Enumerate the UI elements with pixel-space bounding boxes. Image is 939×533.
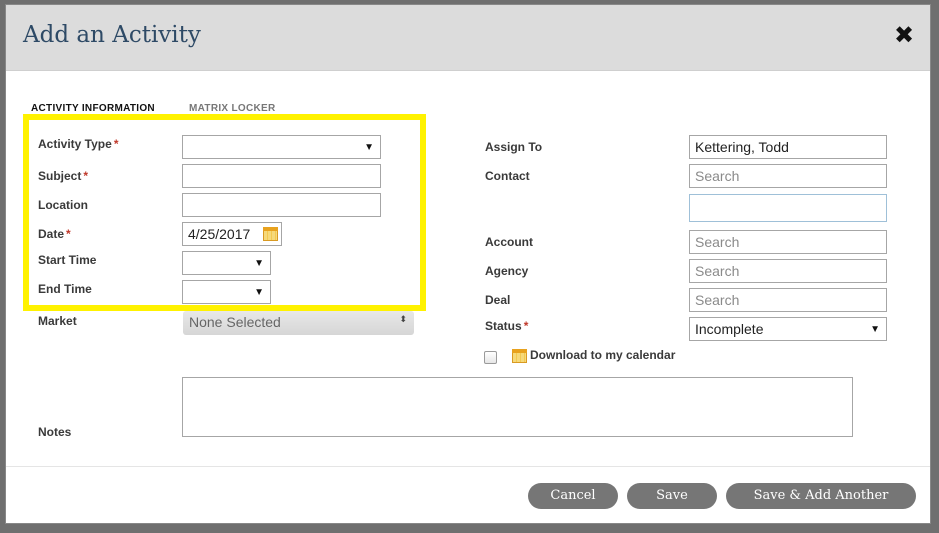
notes-label: Notes xyxy=(38,425,72,439)
sort-arrows-icon: ⬍ xyxy=(399,314,407,324)
date-value: 4/25/2017 xyxy=(188,226,251,242)
account-search-input[interactable]: Search xyxy=(689,230,887,254)
date-label: Date * xyxy=(38,227,71,241)
chevron-down-icon: ▼ xyxy=(254,287,264,298)
dialog-header: Add an Activity ✖ xyxy=(6,5,930,71)
deal-label: Deal xyxy=(485,293,511,307)
chevron-down-icon: ▼ xyxy=(254,258,264,269)
activity-type-label: Activity Type * xyxy=(38,137,118,151)
status-select[interactable]: Incomplete ▼ xyxy=(689,317,887,341)
activity-type-label-text: Activity Type xyxy=(38,137,112,151)
location-label: Location xyxy=(38,198,88,212)
required-mark: * xyxy=(113,137,119,151)
required-mark: * xyxy=(66,227,71,241)
close-icon[interactable]: ✖ xyxy=(892,21,916,49)
status-label-text: Status xyxy=(485,319,522,333)
agency-search-input[interactable]: Search xyxy=(689,259,887,283)
calendar-icon xyxy=(512,349,527,363)
add-activity-dialog: Add an Activity ✖ ACTIVITY INFORMATION M… xyxy=(5,4,931,524)
account-label: Account xyxy=(485,235,533,249)
market-label: Market xyxy=(38,314,77,328)
contact-label: Contact xyxy=(485,169,530,183)
deal-search-input[interactable]: Search xyxy=(689,288,887,312)
tab-matrix-locker[interactable]: MATRIX LOCKER xyxy=(189,103,276,114)
required-mark: * xyxy=(83,169,89,183)
subject-label: Subject * xyxy=(38,169,88,183)
save-and-add-another-button[interactable]: Save & Add Another xyxy=(726,483,916,509)
end-time-select[interactable]: ▼ xyxy=(182,280,271,304)
status-value: Incomplete xyxy=(695,321,764,337)
location-input[interactable] xyxy=(182,193,381,217)
subject-input[interactable] xyxy=(182,164,381,188)
start-time-label: Start Time xyxy=(38,253,97,267)
market-value: None Selected xyxy=(189,314,281,330)
market-select[interactable]: None Selected ⬍ xyxy=(183,311,414,335)
contact-search-input[interactable]: Search xyxy=(689,164,887,188)
footer-divider xyxy=(6,466,930,467)
chevron-down-icon: ▼ xyxy=(364,142,374,153)
status-label: Status * xyxy=(485,319,528,333)
agency-label: Agency xyxy=(485,264,529,278)
contact-selection-box[interactable] xyxy=(689,194,887,222)
start-time-select[interactable]: ▼ xyxy=(182,251,271,275)
chevron-down-icon: ▼ xyxy=(870,324,880,335)
end-time-label: End Time xyxy=(38,282,92,296)
required-mark: * xyxy=(523,319,529,333)
dialog-title: Add an Activity xyxy=(23,22,201,48)
activity-type-select[interactable]: ▼ xyxy=(182,135,381,159)
date-label-text: Date xyxy=(38,227,65,241)
save-button[interactable]: Save xyxy=(627,483,717,509)
tab-activity-information[interactable]: ACTIVITY INFORMATION xyxy=(31,103,155,114)
notes-textarea[interactable] xyxy=(182,377,853,437)
download-calendar-label: Download to my calendar xyxy=(530,348,676,362)
assign-to-input[interactable]: Kettering, Todd xyxy=(689,135,887,159)
calendar-icon[interactable] xyxy=(263,227,278,241)
download-calendar-checkbox[interactable] xyxy=(484,351,497,364)
cancel-button[interactable]: Cancel xyxy=(528,483,618,509)
subject-label-text: Subject xyxy=(38,169,82,183)
assign-to-label: Assign To xyxy=(485,140,543,154)
